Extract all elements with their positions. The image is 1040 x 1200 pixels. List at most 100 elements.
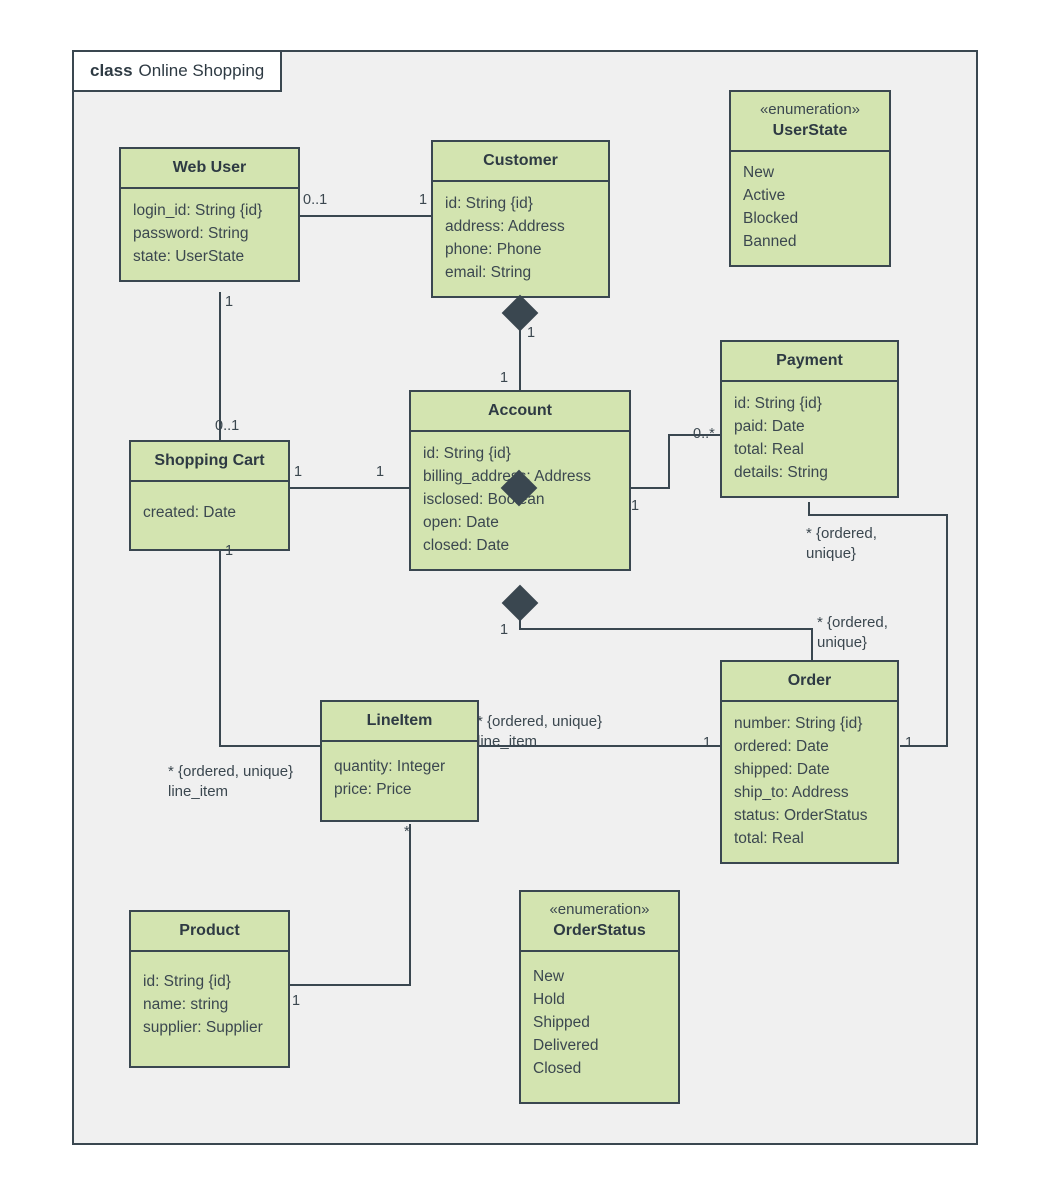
- enum-name: UserState: [772, 121, 848, 139]
- class-web-user[interactable]: Web User login_id: String {id} password:…: [119, 147, 300, 282]
- attribute: total: Real: [734, 829, 804, 847]
- mult-product-to-lineitem: 1: [292, 993, 301, 1009]
- stereotype-enumeration: «enumeration»: [549, 901, 650, 918]
- class-customer[interactable]: Customer id: String {id} address: Addres…: [431, 140, 610, 298]
- attribute: details: String: [734, 463, 828, 481]
- mult-order-right-payment: 1: [905, 735, 914, 751]
- class-shopping-cart[interactable]: Shopping Cart created: Date: [129, 440, 290, 551]
- frame-name: Online Shopping: [138, 61, 265, 80]
- class-payment-title: Payment: [722, 342, 897, 382]
- attribute: address: Address: [445, 217, 565, 235]
- attribute: id: String {id}: [445, 195, 533, 212]
- edge-account-payment-h1: [630, 487, 670, 489]
- enum-user-state-title: «enumeration» UserState: [731, 92, 889, 152]
- edge-cart-lineitem-h: [219, 745, 321, 747]
- mult-account-from-cart: 1: [376, 464, 385, 480]
- class-shopping-cart-title: Shopping Cart: [131, 442, 288, 482]
- edge-payment-order-h1: [808, 514, 948, 516]
- enum-order-status-title: «enumeration» OrderStatus: [521, 892, 678, 952]
- edge-payment-order-v2: [946, 514, 948, 746]
- attribute: supplier: Supplier: [143, 1018, 263, 1036]
- enum-user-state[interactable]: «enumeration» UserState New Active Block…: [729, 90, 891, 267]
- edge-lineitem-product-h: [290, 984, 411, 986]
- attribute: id: String {id}: [423, 445, 511, 462]
- enum-name: OrderStatus: [553, 921, 646, 939]
- enum-literal: New: [533, 967, 565, 985]
- enum-literal: Delivered: [533, 1036, 599, 1054]
- attribute: id: String {id}: [143, 973, 231, 990]
- mult-account-from-customer: 1: [527, 325, 536, 341]
- class-shopping-cart-attributes: created: Date: [131, 482, 288, 549]
- enum-user-state-literals: New Active Blocked Banned: [731, 152, 889, 265]
- edge-lineitem-product-v: [409, 824, 411, 986]
- class-web-user-title: Web User: [121, 149, 298, 189]
- class-order[interactable]: Order number: String {id} ordered: Date …: [720, 660, 899, 864]
- class-lineitem-attributes: quantity: Integer price: Price: [322, 742, 477, 820]
- class-order-attributes: number: String {id} ordered: Date shippe…: [722, 702, 897, 862]
- attribute: created: Date: [143, 504, 237, 521]
- enum-literal: Active: [743, 186, 786, 204]
- frame-keyword: class: [90, 61, 133, 80]
- attribute: ship_to: Address: [734, 783, 849, 801]
- attribute: total: Real: [734, 440, 804, 458]
- edge-account-order-v2: [811, 628, 813, 662]
- attribute: password: String: [133, 224, 249, 242]
- class-payment[interactable]: Payment id: String {id} paid: Date total…: [720, 340, 899, 498]
- class-lineitem-title: LineItem: [322, 702, 477, 742]
- mult-webuser-customer-tgt: 1: [419, 192, 428, 208]
- class-lineitem[interactable]: LineItem quantity: Integer price: Price: [320, 700, 479, 822]
- label-lineitem-right-ordered: * {ordered, unique} line_item: [477, 713, 603, 751]
- mult-account-to-order: 1: [500, 622, 509, 638]
- stereotype-enumeration: «enumeration»: [759, 101, 861, 118]
- attribute: shipped: Date: [734, 760, 830, 778]
- attribute: phone: Phone: [445, 240, 542, 258]
- label-order-ordered-unique: * {ordered, unique}: [817, 614, 888, 652]
- mult-lineitem-to-product: *: [404, 824, 410, 840]
- enum-literal: Blocked: [743, 209, 799, 227]
- attribute: id: String {id}: [734, 395, 822, 412]
- mult-webuser-cart-top: 1: [225, 294, 234, 310]
- attribute: email: String: [445, 263, 532, 281]
- attribute: quantity: Integer: [334, 758, 446, 775]
- enum-order-status-literals: New Hold Shipped Delivered Closed: [521, 952, 678, 1103]
- mult-cart-to-lineitem: 1: [225, 543, 234, 559]
- class-product-title: Product: [131, 912, 288, 952]
- edge-account-order-h: [519, 628, 813, 630]
- mult-account-right-order: 1: [631, 498, 640, 514]
- attribute: price: Price: [334, 780, 412, 798]
- class-web-user-attributes: login_id: String {id} password: String s…: [121, 189, 298, 280]
- enum-literal: Hold: [533, 990, 565, 1008]
- attribute: status: OrderStatus: [734, 806, 868, 824]
- attribute: number: String {id}: [734, 715, 863, 732]
- class-product[interactable]: Product id: String {id} name: string sup…: [129, 910, 290, 1068]
- attribute: login_id: String {id}: [133, 202, 263, 219]
- attribute: name: string: [143, 995, 229, 1013]
- enum-literal: Banned: [743, 232, 797, 250]
- enum-literal: Shipped: [533, 1013, 590, 1031]
- mult-customer-to-account: 1: [500, 370, 509, 386]
- class-account-title: Account: [411, 392, 629, 432]
- class-customer-attributes: id: String {id} address: Address phone: …: [433, 182, 608, 296]
- attribute: state: UserState: [133, 247, 245, 265]
- mult-order-left-lineitem: 1: [703, 735, 712, 751]
- attribute: ordered: Date: [734, 737, 829, 755]
- edge-cart-lineitem-v: [219, 541, 221, 747]
- mult-cart-to-account: 1: [294, 464, 303, 480]
- uml-class-diagram: class Online Shopping 0..1 1 1 0..1 1 1 …: [0, 0, 1040, 1200]
- edge-webuser-customer: [300, 215, 432, 217]
- class-order-title: Order: [722, 662, 897, 702]
- edge-account-payment-v: [668, 434, 670, 489]
- mult-cart-from-webuser: 0..1: [215, 418, 240, 434]
- enum-order-status[interactable]: «enumeration» OrderStatus New Hold Shipp…: [519, 890, 680, 1105]
- attribute: closed: Date: [423, 536, 510, 554]
- frame-title-tab: class Online Shopping: [72, 50, 283, 92]
- mult-account-to-payment: 0..*: [693, 426, 715, 442]
- enum-literal: New: [743, 163, 775, 181]
- label-payment-ordered-unique: * {ordered, unique}: [806, 525, 877, 563]
- attribute: paid: Date: [734, 417, 805, 435]
- class-payment-attributes: id: String {id} paid: Date total: Real d…: [722, 382, 897, 496]
- mult-webuser-customer-src: 0..1: [303, 192, 328, 208]
- enum-literal: Closed: [533, 1059, 582, 1077]
- attribute: open: Date: [423, 513, 499, 531]
- label-lineitem-left-ordered: * {ordered, unique} line_item: [168, 763, 294, 801]
